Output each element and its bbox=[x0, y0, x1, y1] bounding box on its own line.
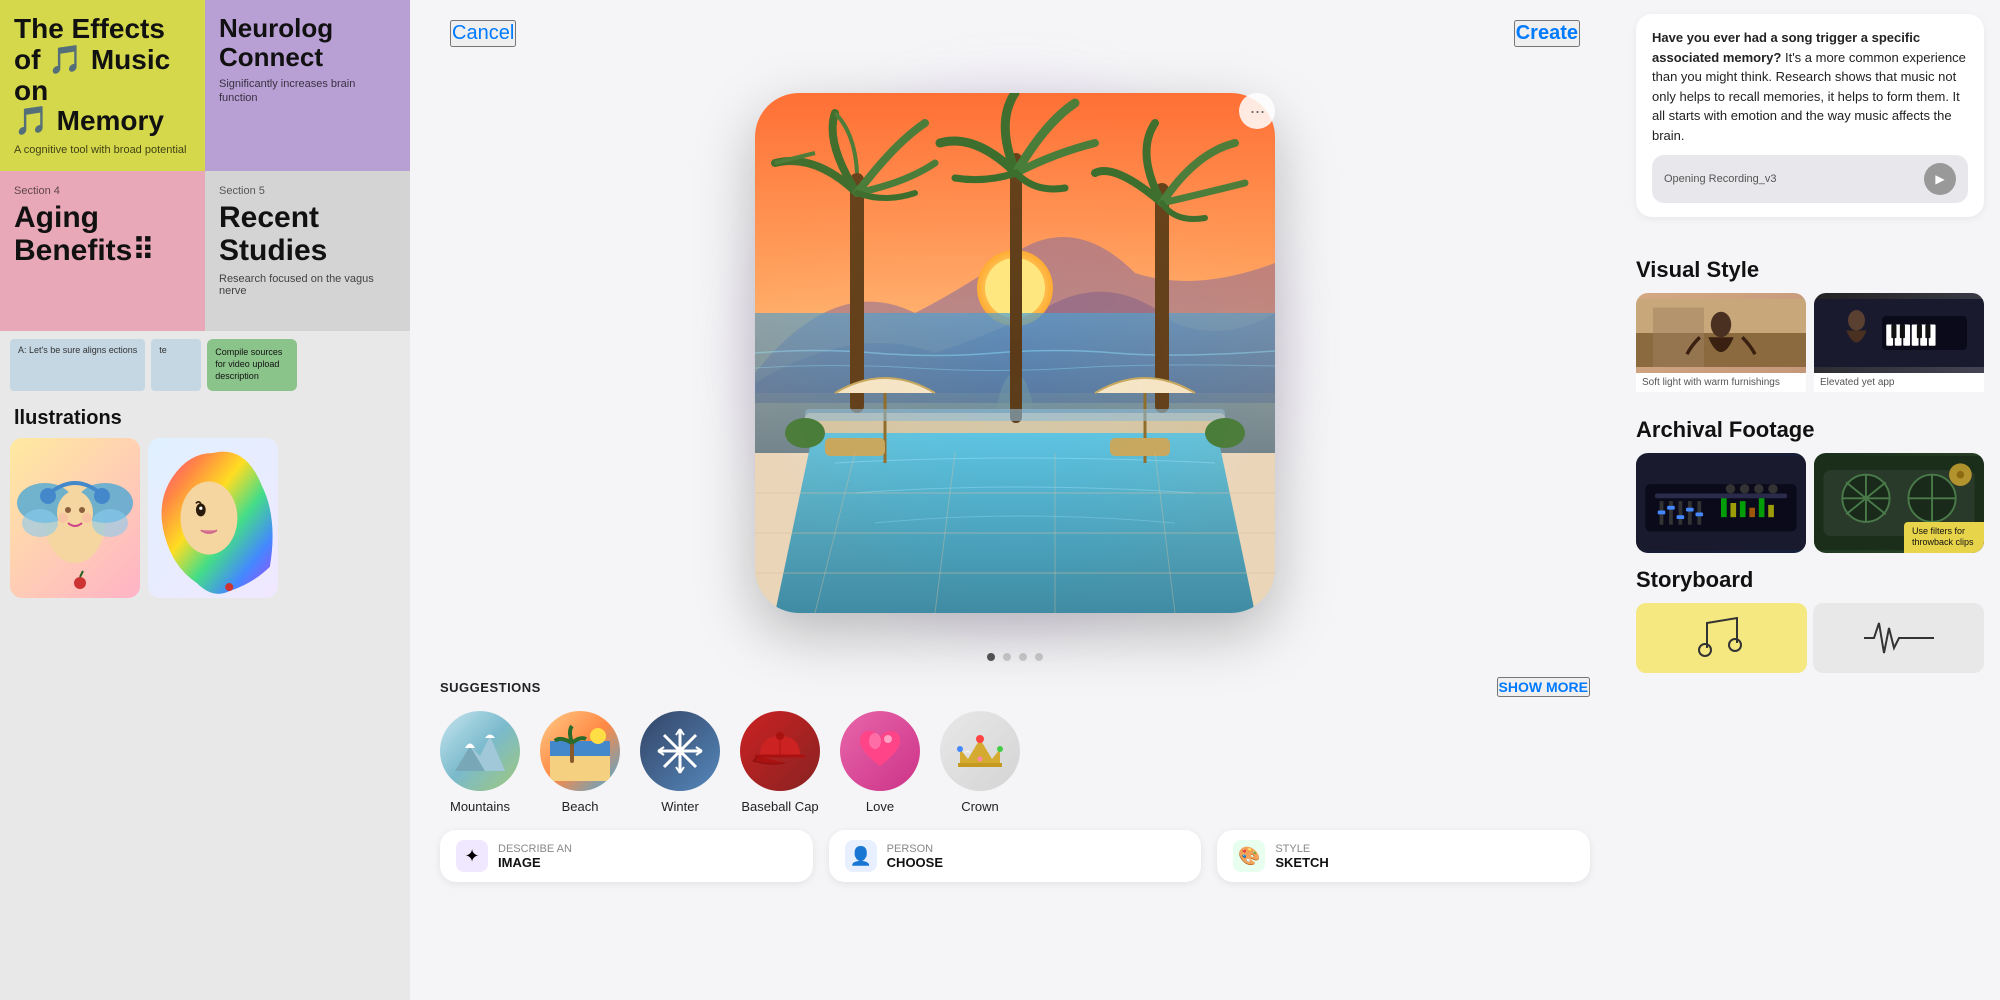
dot-3[interactable] bbox=[1019, 653, 1027, 661]
suggestion-baseball-cap[interactable]: Baseball Cap bbox=[740, 711, 820, 814]
storyboard-section bbox=[1620, 603, 2000, 673]
sticky-note-1[interactable]: A: Let's be sure aligns ections bbox=[10, 339, 145, 390]
describe-value: IMAGE bbox=[498, 855, 572, 870]
dot-1[interactable] bbox=[987, 653, 995, 661]
person-title: PERSON bbox=[887, 843, 943, 855]
suggestion-love[interactable]: Love bbox=[840, 711, 920, 814]
suggestion-crown[interactable]: Crown bbox=[940, 711, 1020, 814]
style-sketch-tool[interactable]: 🎨 STYLE SKETCH bbox=[1217, 830, 1590, 882]
illustration-butterfly[interactable] bbox=[10, 438, 140, 598]
chat-text: Have you ever had a song trigger a speci… bbox=[1652, 28, 1968, 145]
suggestion-crown-label: Crown bbox=[961, 799, 999, 814]
person-icon: 👤 bbox=[845, 840, 877, 872]
person-choose-tool[interactable]: 👤 PERSON CHOOSE bbox=[829, 830, 1202, 882]
show-more-button[interactable]: SHOW MORE bbox=[1497, 677, 1590, 697]
illustrations-row bbox=[0, 434, 410, 602]
card-neurology[interactable]: NeurologConnect Significantly increases … bbox=[205, 0, 410, 171]
create-button[interactable]: Create bbox=[1514, 20, 1580, 47]
image-dots-indicator bbox=[410, 653, 1620, 677]
vs-warm-label: Soft light with warm furnishings bbox=[1636, 373, 1806, 392]
style-title: STYLE bbox=[1275, 843, 1328, 855]
card-music-title: The Effectsof 🎵 Music on🎵 Memory bbox=[14, 14, 191, 137]
suggestions-label: SUGGESTIONS bbox=[440, 680, 541, 695]
suggestion-mountains-icon bbox=[440, 711, 520, 791]
section4-title: Aging Benefits⠿ bbox=[14, 201, 191, 267]
person-value: CHOOSE bbox=[887, 855, 943, 870]
illustrations-label: llustrations bbox=[0, 399, 410, 434]
bottom-tools: ✦ DESCRIBE AN IMAGE 👤 PERSON CHOOSE 🎨 ST… bbox=[410, 814, 1620, 892]
archival-card-1[interactable] bbox=[1636, 453, 1806, 553]
style-value: SKETCH bbox=[1275, 855, 1328, 870]
cancel-button[interactable]: Cancel bbox=[450, 20, 516, 47]
describe-image-tool[interactable]: ✦ DESCRIBE AN IMAGE bbox=[440, 830, 813, 882]
audio-player[interactable]: Opening Recording_v3 ▶ bbox=[1652, 155, 1968, 203]
archival-overlay: Use filters for throwback clips bbox=[1904, 522, 1984, 553]
visual-style-grid: Soft light with warm furnishings bbox=[1636, 293, 1984, 403]
image-glow: ··· bbox=[735, 73, 1295, 633]
chat-bubble: Have you ever had a song trigger a speci… bbox=[1636, 14, 1984, 217]
section-aging: Section 4 Aging Benefits⠿ bbox=[0, 171, 205, 331]
storyboard-card-2[interactable] bbox=[1813, 603, 1984, 673]
audio-title: Opening Recording_v3 bbox=[1664, 173, 1914, 185]
play-button[interactable]: ▶ bbox=[1924, 163, 1956, 195]
card-music-subtitle: A cognitive tool with broad potential bbox=[14, 143, 191, 157]
suggestion-winter[interactable]: Winter bbox=[640, 711, 720, 814]
storyboard-card-1[interactable] bbox=[1636, 603, 1807, 673]
dot-2[interactable] bbox=[1003, 653, 1011, 661]
section4-label: Section 4 bbox=[14, 185, 191, 197]
sticky-note-2[interactable]: te bbox=[151, 339, 201, 390]
ellipsis-icon: ··· bbox=[1250, 101, 1265, 122]
card-music-memory[interactable]: The Effectsof 🎵 Music on🎵 Memory A cogni… bbox=[0, 0, 205, 171]
illustration-colorhair[interactable] bbox=[148, 438, 278, 598]
archival-footage-heading: Archival Footage bbox=[1636, 417, 1984, 443]
suggestions-section: SUGGESTIONS SHOW MORE Mountains bbox=[410, 677, 1620, 814]
image-container: ··· bbox=[410, 63, 1620, 653]
vs-elevated-image bbox=[1814, 293, 1984, 373]
sticky-note-green[interactable]: Compile sources for video upload descrip… bbox=[207, 339, 297, 390]
right-panel: Have you ever had a song trigger a speci… bbox=[1620, 0, 2000, 1000]
suggestion-baseball-cap-label: Baseball Cap bbox=[741, 799, 818, 814]
suggestion-love-label: Love bbox=[866, 799, 894, 814]
suggestion-beach-icon bbox=[540, 711, 620, 791]
archival-card-2[interactable]: Use filters for throwback clips bbox=[1814, 453, 1984, 553]
suggestions-grid: Mountains Beach bbox=[440, 711, 1590, 814]
suggestion-mountains-label: Mountains bbox=[450, 799, 510, 814]
card-neurology-title: NeurologConnect bbox=[219, 14, 396, 71]
more-options-button[interactable]: ··· bbox=[1239, 93, 1275, 129]
vs-card-warm[interactable]: Soft light with warm furnishings bbox=[1636, 293, 1806, 403]
suggestion-crown-icon bbox=[940, 711, 1020, 791]
generated-image bbox=[755, 93, 1275, 613]
section5-desc: Research focused on the vagus nerve bbox=[219, 273, 396, 297]
style-icon: 🎨 bbox=[1233, 840, 1265, 872]
storyboard-heading: Storyboard bbox=[1636, 567, 1984, 593]
suggestion-beach-label: Beach bbox=[562, 799, 599, 814]
dot-4[interactable] bbox=[1035, 653, 1043, 661]
vs-card-elevated[interactable]: Elevated yet app bbox=[1814, 293, 1984, 403]
card-neurology-subtitle: Significantly increases brain function bbox=[219, 77, 396, 106]
section5-title: Recent Studies bbox=[219, 201, 396, 267]
describe-title: DESCRIBE AN bbox=[498, 843, 572, 855]
visual-style-heading: Visual Style bbox=[1636, 257, 1984, 283]
suggestion-mountains[interactable]: Mountains bbox=[440, 711, 520, 814]
suggestion-winter-label: Winter bbox=[661, 799, 699, 814]
describe-icon: ✦ bbox=[456, 840, 488, 872]
archival-section: Use filters for throwback clips bbox=[1620, 453, 2000, 553]
vs-warm-image bbox=[1636, 293, 1806, 373]
vs-elevated-label: Elevated yet app bbox=[1814, 373, 1984, 392]
left-panel: The Effectsof 🎵 Music on🎵 Memory A cogni… bbox=[0, 0, 410, 1000]
suggestion-beach[interactable]: Beach bbox=[540, 711, 620, 814]
suggestion-baseball-cap-icon bbox=[740, 711, 820, 791]
section-studies: Section 5 Recent Studies Research focuse… bbox=[205, 171, 410, 331]
center-panel: Cancel Create ··· bbox=[410, 0, 1620, 1000]
suggestion-love-icon bbox=[840, 711, 920, 791]
section5-label: Section 5 bbox=[219, 185, 396, 197]
stickies-area: A: Let's be sure aligns ections te Compi… bbox=[0, 331, 410, 398]
suggestion-winter-icon bbox=[640, 711, 720, 791]
